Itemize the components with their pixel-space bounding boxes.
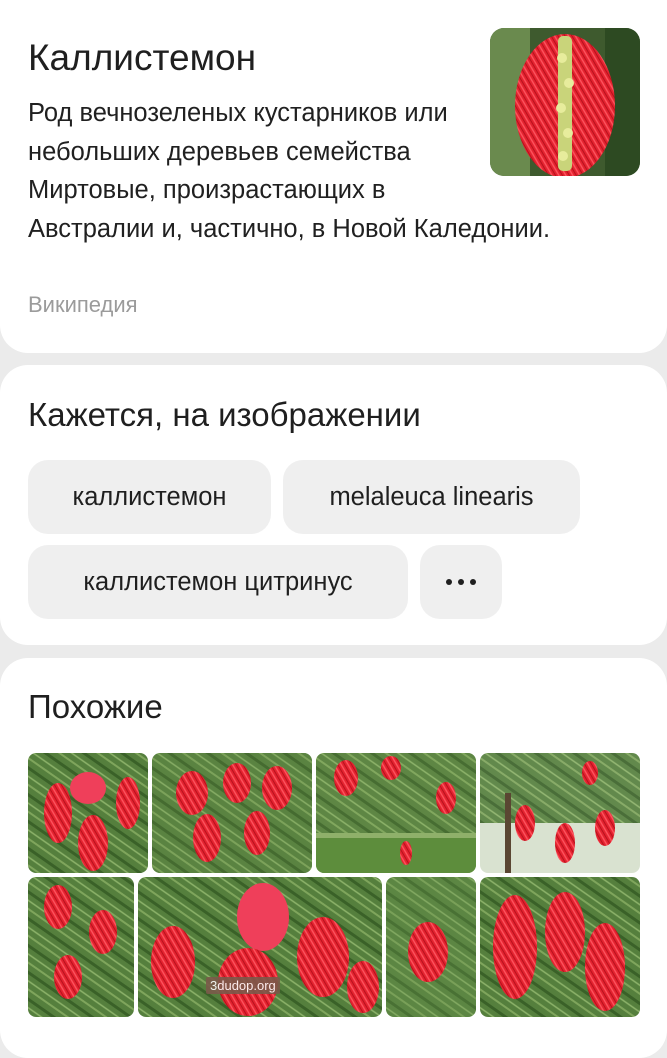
callistemon-photo <box>28 877 134 1017</box>
recognition-title: Кажется, на изображении <box>28 396 421 433</box>
chip-kallistemon[interactable]: каллистемон <box>28 460 271 534</box>
wiki-description-block: Род вечнозеленых кустарников или небольш… <box>28 94 638 248</box>
chip-melaleuca-linearis[interactable]: melaleuca linearis <box>283 460 580 534</box>
wiki-card[interactable]: Каллистемон Род вечнозеленых кустарников… <box>0 0 667 353</box>
similar-image-4[interactable] <box>480 753 640 873</box>
similar-card: Похожие 3dudop.org <box>0 658 667 1058</box>
similar-image-7[interactable] <box>386 877 476 1017</box>
chip-kallistemon-citrinus[interactable]: каллистемон цитринус <box>28 545 408 619</box>
similar-image-6[interactable]: 3dudop.org <box>138 877 382 1017</box>
similar-image-2[interactable] <box>152 753 312 873</box>
recognition-card: Кажется, на изображении каллистемон mela… <box>0 365 667 645</box>
similar-image-1[interactable] <box>28 753 148 873</box>
callistemon-photo <box>480 877 640 1017</box>
watermark-label: 3dudop.org <box>206 977 280 994</box>
callistemon-photo <box>386 877 476 1017</box>
similar-title: Похожие <box>28 688 163 725</box>
callistemon-photo <box>152 753 312 873</box>
similar-image-5[interactable] <box>28 877 134 1017</box>
wiki-source-link[interactable]: Википедия <box>28 292 138 318</box>
similar-image-8[interactable] <box>480 877 640 1017</box>
wiki-title[interactable]: Каллистемон <box>28 36 256 80</box>
callistemon-photo <box>28 753 148 873</box>
callistemon-photo <box>138 877 382 1017</box>
similar-image-3[interactable] <box>316 753 476 873</box>
more-chips-button[interactable] <box>420 545 502 619</box>
callistemon-photo <box>316 753 476 873</box>
more-horizontal-icon <box>446 579 476 585</box>
callistemon-photo <box>480 753 640 873</box>
